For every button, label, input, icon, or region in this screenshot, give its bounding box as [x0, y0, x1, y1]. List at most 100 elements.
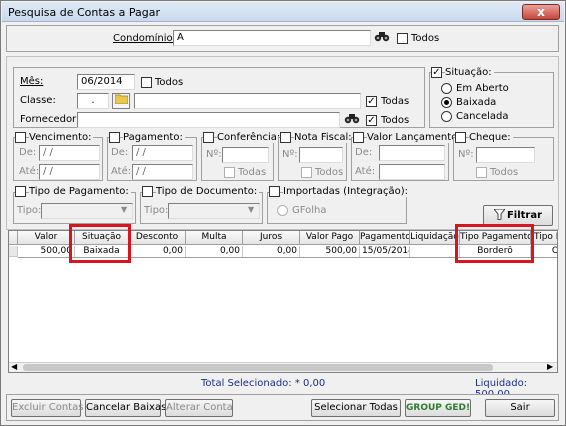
filtrar-button[interactable]: Filtrar [483, 205, 553, 226]
col-header-multa[interactable]: Multa [186, 231, 243, 245]
mes-label: Mês: [20, 76, 44, 87]
excluir-contas-button[interactable]: Excluir Contas [11, 399, 83, 417]
conferencia-todas-checkbox[interactable] [224, 167, 235, 178]
scroll-left-icon[interactable]: ◀ [11, 362, 17, 371]
classe-todas-label: Todas [381, 96, 410, 107]
conferencia-group: Nº: Todas [201, 137, 274, 181]
alterar-conta-button[interactable]: Alterar Conta [165, 399, 233, 417]
importadas-checkbox[interactable] [269, 186, 280, 197]
cell-liquidacao[interactable] [410, 246, 460, 257]
situacao-cancelada-radio[interactable] [441, 111, 452, 122]
scrollbar-thumb[interactable] [23, 364, 493, 371]
col-header-valor[interactable]: Valor [18, 231, 75, 245]
cheque-group: Nº: Todos [453, 137, 554, 181]
situacao-label: Situação: [445, 67, 494, 78]
folder-icon[interactable] [112, 93, 130, 109]
pagamento-ate-input[interactable]: / / [132, 164, 193, 180]
vencimento-ate-label: Até: [19, 166, 40, 177]
cancelar-baixas-button[interactable]: Cancelar Baixas [85, 399, 166, 417]
mes-todos-label: Todos [155, 77, 184, 88]
fornecedor-label: Fornecedor: [20, 114, 80, 125]
classe-todas-checkbox[interactable]: ✓ [366, 96, 377, 107]
condominio-todos-label: Todos [411, 33, 440, 44]
tipo-pagamento-checkbox[interactable] [15, 186, 26, 197]
pagamento-label: Pagamento: [123, 132, 185, 143]
vencimento-checkbox[interactable] [15, 132, 26, 143]
cheque-checkbox[interactable] [455, 132, 466, 143]
condominio-input[interactable]: A [173, 30, 371, 46]
col-header-tipo-documento[interactable]: Tipo D [531, 231, 557, 245]
fornecedor-todos-label: Todos [381, 115, 410, 126]
nota-fiscal-todos-checkbox[interactable] [301, 167, 312, 178]
pagamento-de-label: De: [111, 147, 129, 158]
classe-name-input[interactable] [134, 93, 361, 109]
condominio-panel: Condomínio: A Todos [6, 25, 559, 52]
cell-tipo-documento[interactable]: O [531, 246, 557, 257]
selecionar-todas-button[interactable]: Selecionar Todas [311, 399, 401, 417]
fornecedor-todos-checkbox[interactable]: ✓ [366, 115, 377, 126]
vencimento-ate-input[interactable]: / / [39, 164, 100, 180]
tipo-pagamento-label: Tipo de Pagamento: [29, 186, 131, 197]
tipo-pagamento-tipo-label: Tipo: [17, 205, 42, 216]
close-button[interactable]: x [522, 4, 560, 20]
group-ged-button[interactable]: GROUP GED! [405, 399, 471, 417]
tipo-documento-select[interactable] [168, 203, 260, 219]
basic-filters-group: Mês: 06/2014 Todos Classe: . ✓ Todas For… [13, 67, 425, 128]
pagamento-checkbox[interactable] [109, 132, 120, 143]
valor-lancamento-checkbox[interactable] [353, 132, 364, 143]
vencimento-de-input[interactable]: / / [39, 145, 100, 161]
binoculars-icon[interactable] [373, 30, 391, 46]
gfolha-label: GFolha [292, 205, 327, 216]
mes-input[interactable]: 06/2014 [77, 74, 135, 90]
situacao-checkbox[interactable]: ✓ [431, 67, 442, 78]
cell-pagamento[interactable]: 15/05/2014 [360, 246, 410, 257]
valor-lancamento-group: De: Até: [351, 137, 449, 181]
pagamento-ate-label: Até: [111, 166, 132, 177]
nota-fiscal-no-label: Nº: [282, 149, 298, 160]
classe-code-input[interactable]: . [77, 93, 109, 109]
col-header-desconto[interactable]: Desconto [129, 231, 186, 245]
situacao-baixada-label: Baixada [456, 97, 497, 108]
nota-fiscal-checkbox[interactable] [280, 132, 291, 143]
col-header-valor-pago[interactable]: Valor Pago [300, 231, 360, 245]
row-indicator-header [9, 231, 18, 245]
pagamento-de-input[interactable]: / / [132, 145, 193, 161]
window-title: Pesquisa de Contas a Pagar [8, 6, 160, 19]
col-header-liquidacao[interactable]: Liquidação [410, 231, 460, 245]
horizontal-scrollbar[interactable]: ◀ ▶ [9, 362, 557, 372]
situacao-em-aberto-radio[interactable] [441, 83, 452, 94]
tipo-documento-tipo-label: Tipo: [144, 205, 169, 216]
sair-button[interactable]: Sair [485, 399, 555, 417]
situacao-baixada-radio[interactable] [441, 97, 452, 108]
mes-todos-checkbox[interactable] [141, 77, 152, 88]
condominio-label: Condomínio: [113, 33, 177, 44]
valor-lancamento-de-input[interactable] [379, 145, 445, 161]
conferencia-checkbox[interactable] [203, 132, 214, 143]
fornecedor-search-icon[interactable] [343, 112, 361, 128]
gfolha-radio[interactable] [277, 205, 288, 216]
conferencia-todas-label: Todas [238, 167, 267, 178]
cell-valor[interactable]: 500,00 [18, 246, 75, 257]
cheque-no-input[interactable] [476, 147, 535, 163]
conferencia-no-input[interactable] [222, 147, 269, 163]
classe-label: Classe: [20, 95, 56, 106]
valor-lancamento-label: Valor Lançamento: [367, 132, 463, 143]
fornecedor-input[interactable] [77, 112, 340, 128]
cell-desconto[interactable]: 0,00 [129, 246, 186, 257]
nota-fiscal-no-input[interactable] [299, 147, 343, 163]
tipo-pagamento-select[interactable] [41, 203, 133, 219]
cheque-label: Cheque: [469, 132, 513, 143]
tipo-pagamento-chevron-down-icon: ▼ [121, 205, 128, 214]
col-header-pagamento[interactable]: Pagamento [360, 231, 410, 245]
cell-juros[interactable]: 0,00 [243, 246, 300, 257]
valor-lancamento-de-label: De: [355, 147, 373, 158]
cell-multa[interactable]: 0,00 [186, 246, 243, 257]
condominio-todos-checkbox[interactable] [397, 33, 408, 44]
cell-valor-pago[interactable]: 500,00 [300, 246, 360, 257]
cheque-todos-checkbox[interactable] [476, 167, 487, 178]
scroll-right-icon[interactable]: ▶ [547, 362, 553, 371]
conferencia-label: Conferência: [217, 132, 283, 143]
valor-lancamento-ate-input[interactable] [379, 164, 445, 180]
tipo-documento-checkbox[interactable] [142, 186, 153, 197]
col-header-juros[interactable]: Juros [243, 231, 300, 245]
